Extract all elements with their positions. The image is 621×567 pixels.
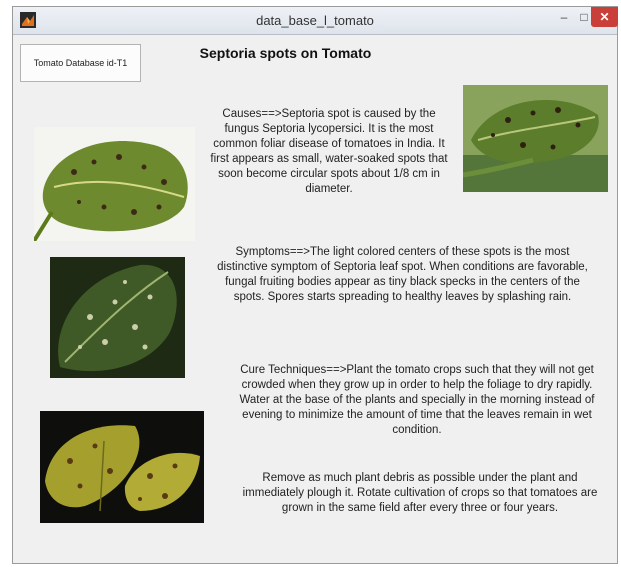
symptoms-text: Symptoms==>The light colored centers of … <box>217 246 588 303</box>
leaf-image-4 <box>40 411 204 523</box>
close-button[interactable]: ✕ <box>591 7 618 27</box>
title-bar[interactable]: data_base_l_tomato – □ ✕ <box>13 7 618 35</box>
remove-text: Remove as much plant debris as possible … <box>242 472 598 514</box>
app-window: data_base_l_tomato – □ ✕ Tomato Database… <box>12 6 618 564</box>
leaf-image-3 <box>50 257 185 378</box>
window-title: data_base_l_tomato <box>256 13 374 28</box>
causes-text: Causes==>Septoria spot is caused by the … <box>210 108 448 195</box>
minimize-button[interactable]: – <box>553 7 575 27</box>
page-title: Septoria spots on Tomato <box>199 45 372 61</box>
database-id-button[interactable]: Tomato Database id-T1 <box>20 44 141 82</box>
leaf-image-1 <box>34 127 195 241</box>
leaf-image-2 <box>463 85 608 192</box>
cure-text: Cure Techniques==>Plant the tomato crops… <box>239 364 595 436</box>
